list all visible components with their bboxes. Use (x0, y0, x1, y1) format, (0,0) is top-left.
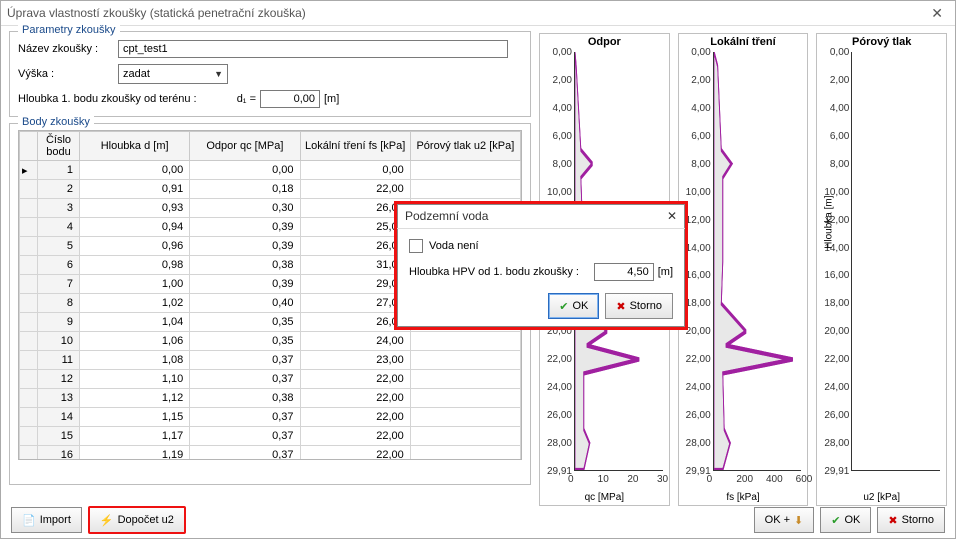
import-button[interactable]: 📄 Import (11, 507, 82, 533)
th-loc: Lokální tření fs [kPa] (300, 132, 410, 161)
hpv-depth-label: Hloubka HPV od 1. bodu zkoušky : (409, 266, 594, 278)
dialog-podzemni-voda: Podzemní voda ✕ Voda není Hloubka HPV od… (394, 201, 688, 330)
th-res: Odpor qc [MPa] (190, 132, 300, 161)
import-icon: 📄 (22, 514, 36, 527)
label-name: Název zkoušky : (18, 43, 118, 55)
unit-m: [m] (324, 93, 339, 105)
chevron-down-icon: ▼ (214, 69, 223, 79)
bolt-icon: ⚡ (100, 514, 114, 527)
group-title-body: Body zkoušky (18, 116, 94, 128)
label-d1: d₁ = (218, 93, 256, 105)
th-pore: Pórový tlak u2 [kPa] (410, 132, 520, 161)
arrow-down-icon: ⬇ (794, 514, 803, 527)
th-depth: Hloubka d [m] (80, 132, 190, 161)
dialog-title: Podzemní voda (405, 204, 488, 228)
window: Úprava vlastností zkoušky (statická pene… (0, 0, 956, 539)
table-row[interactable]: 121,100,3722,00 (20, 370, 521, 389)
storno-button[interactable]: ✖ Storno (877, 507, 945, 533)
cross-icon: ✖ (616, 300, 625, 313)
table-row[interactable]: 141,150,3722,00 (20, 408, 521, 427)
chart-Pórový tlak: Pórový tlak0,002,004,006,008,0010,0012,0… (816, 33, 947, 506)
height-select-value: zadat (123, 68, 150, 80)
th-no: Číslo bodu (38, 132, 80, 161)
ok-plus-button[interactable]: OK + ⬇ (754, 507, 815, 533)
table-row[interactable]: ▸10,000,000,00 (20, 161, 521, 180)
cross-icon: ✖ (888, 514, 897, 527)
check-icon: ✔ (559, 300, 568, 313)
dialog-ok-button[interactable]: ✔ OK (548, 293, 599, 319)
dopocet-u2-button[interactable]: ⚡ Dopočet u2 (88, 506, 186, 534)
height-select[interactable]: zadat ▼ (118, 64, 228, 84)
table-row[interactable]: 151,170,3722,00 (20, 427, 521, 446)
d1-input[interactable] (260, 90, 320, 108)
group-parametry: Parametry zkoušky Název zkoušky : Výška … (9, 31, 531, 117)
table-row[interactable]: 111,080,3723,00 (20, 351, 521, 370)
chart-Lokální tření: Lokální tření0,002,004,006,008,0010,0012… (678, 33, 809, 506)
close-icon[interactable]: ✕ (925, 1, 949, 25)
no-water-label: Voda není (429, 240, 479, 252)
window-title: Úprava vlastností zkoušky (statická pene… (7, 1, 306, 25)
footer: 📄 Import ⚡ Dopočet u2 OK + ⬇ ✔ OK ✖ Stor… (1, 502, 955, 538)
table-row[interactable]: 101,060,3524,00 (20, 332, 521, 351)
table-row[interactable]: 131,120,3822,00 (20, 389, 521, 408)
table-row[interactable]: 20,910,1822,00 (20, 180, 521, 199)
group-title-parametry: Parametry zkoušky (18, 24, 120, 36)
hpv-depth-input[interactable] (594, 263, 654, 281)
check-icon: ✔ (831, 514, 840, 527)
dialog-cancel-button[interactable]: ✖ Storno (605, 293, 673, 319)
no-water-checkbox[interactable] (409, 239, 423, 253)
titlebar: Úprava vlastností zkoušky (statická pene… (1, 1, 955, 26)
dialog-close-icon[interactable]: ✕ (667, 204, 677, 228)
table-row[interactable]: 161,190,3722,00 (20, 446, 521, 461)
ok-button[interactable]: ✔ OK (820, 507, 871, 533)
hpv-unit: [m] (658, 266, 673, 278)
name-input[interactable] (118, 40, 508, 58)
label-depth: Hloubka 1. bodu zkoušky od terénu : (18, 93, 218, 105)
label-height: Výška : (18, 68, 118, 80)
